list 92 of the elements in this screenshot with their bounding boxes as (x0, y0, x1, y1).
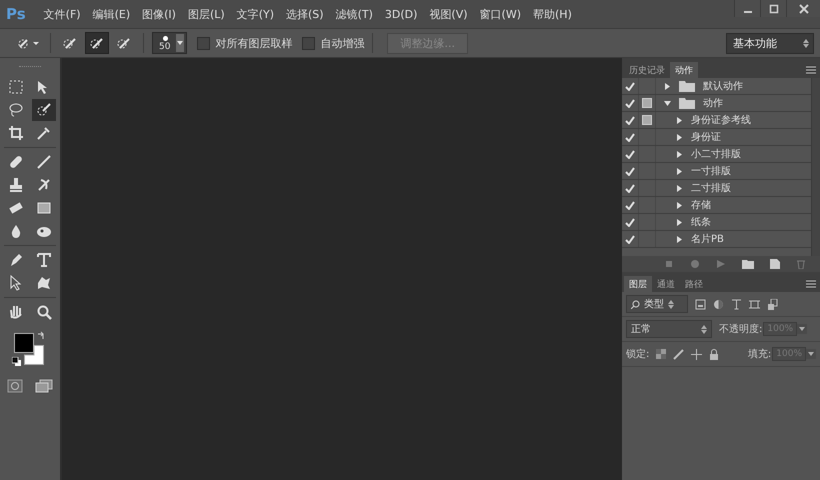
caret-icon[interactable] (808, 352, 814, 356)
panel-tab[interactable]: 路径 (680, 276, 708, 292)
quick-selection-icon (89, 36, 105, 50)
crop-icon (8, 125, 24, 141)
action-name[interactable]: 一寸排版 (691, 164, 731, 178)
checkbox[interactable]: 自动增强 (302, 36, 364, 50)
expanded-triangle-icon[interactable] (664, 100, 671, 106)
pointer-icon (8, 275, 24, 291)
menu-item[interactable]: 文件(F) (38, 6, 87, 22)
maximize-icon (768, 4, 778, 14)
panel-tab[interactable]: 历史记录 (624, 62, 670, 78)
fill-label: 填充: (748, 348, 772, 361)
action-name[interactable]: 小二寸排版 (691, 147, 741, 161)
quick-selection-tool[interactable] (32, 99, 56, 121)
quick-mask-icon[interactable] (7, 379, 23, 393)
foreground-color-swatch[interactable] (14, 333, 34, 353)
close-icon (798, 4, 808, 14)
up-down-arrows-icon (668, 300, 674, 308)
action-name[interactable]: 身份证 (691, 130, 721, 144)
move-icon[interactable] (691, 348, 702, 360)
app-logo: Ps (6, 5, 26, 23)
menu-item[interactable]: 滤镜(T) (330, 6, 379, 22)
hand-icon (8, 304, 24, 320)
lasso-icon (8, 102, 24, 118)
type-filter-icon[interactable] (731, 298, 742, 310)
collapsed-triangle-icon[interactable] (676, 116, 683, 124)
collapsed-triangle-icon[interactable] (676, 150, 683, 158)
up-down-arrows-icon (803, 38, 809, 48)
collapsed-triangle-icon[interactable] (676, 184, 683, 192)
caret-icon[interactable] (799, 327, 806, 331)
type-icon (36, 252, 52, 268)
marquee-icon (8, 79, 24, 95)
brush-size-picker[interactable]: 50 (152, 32, 188, 54)
workspace-dropdown[interactable]: 基本功能 (726, 32, 814, 54)
lock-label: 锁定: (626, 348, 650, 361)
default-colors-icon[interactable] (12, 357, 22, 367)
lock-icon[interactable] (709, 348, 720, 360)
minimize-icon (744, 10, 752, 12)
stamp-icon (8, 177, 24, 193)
background-color-swatch[interactable] (24, 345, 44, 365)
menu-item[interactable]: 窗口(W) (474, 6, 527, 22)
action-name[interactable]: 身份证参考线 (691, 113, 751, 127)
blend-mode-dropdown[interactable]: 正常 (626, 320, 712, 338)
action-name[interactable]: 存储 (691, 198, 711, 212)
panel-menu-icon[interactable] (806, 66, 816, 74)
checkbox[interactable]: 对所有图层取样 (197, 36, 292, 50)
menu-item[interactable]: 编辑(E) (86, 6, 136, 22)
panel-tab[interactable]: 图层 (624, 276, 652, 292)
action-name[interactable]: 名片PB (691, 232, 724, 246)
menu-item[interactable]: 3D(D) (378, 8, 424, 20)
collapsed-triangle-icon[interactable] (676, 218, 683, 226)
menu-item[interactable]: 帮助(H) (527, 6, 578, 22)
folder-icon (679, 97, 695, 109)
quick-selection-icon (36, 102, 52, 118)
selection-mode-button[interactable] (85, 32, 109, 54)
panel-menu-icon[interactable] (806, 280, 816, 288)
action-set-name[interactable]: 动作 (703, 96, 723, 110)
folder-icon[interactable] (742, 259, 754, 269)
action-name[interactable]: 二寸排版 (691, 181, 731, 195)
new-action-icon[interactable] (770, 259, 780, 269)
brush-icon (36, 154, 52, 170)
menu-item[interactable]: 图层(L) (182, 6, 231, 22)
collapsed-triangle-icon[interactable] (676, 168, 683, 174)
collapsed-triangle-icon[interactable] (676, 202, 683, 208)
quick-selection-icon (62, 36, 78, 50)
eyedropper-icon (36, 125, 52, 141)
collapsed-triangle-icon[interactable] (664, 82, 671, 90)
opacity-label: 不透明度: (719, 322, 762, 336)
menu-item[interactable]: 图像(I) (136, 6, 182, 22)
brush-icon[interactable] (673, 348, 684, 360)
quick-selection-icon (116, 36, 132, 50)
menu-item[interactable]: 文字(Y) (230, 6, 280, 22)
zoom-icon (36, 304, 52, 320)
caret-icon (177, 41, 184, 45)
scrollbar[interactable] (811, 78, 820, 256)
dialog-toggle[interactable] (639, 95, 656, 111)
collapsed-triangle-icon[interactable] (676, 134, 683, 140)
search-icon (631, 300, 640, 308)
screen-mode-icon[interactable] (35, 379, 53, 393)
collapsed-triangle-icon[interactable] (676, 236, 683, 242)
dialog-toggle[interactable] (639, 112, 656, 128)
folder-icon (679, 80, 695, 92)
menu-item[interactable]: 视图(V) (423, 6, 474, 22)
action-name[interactable]: 纸条 (691, 215, 711, 229)
pen-icon (8, 252, 24, 268)
panel-tab[interactable]: 通道 (652, 276, 680, 292)
action-set-name[interactable]: 默认动作 (703, 79, 743, 93)
menu-item[interactable]: 选择(S) (280, 6, 330, 22)
up-down-arrows-icon (701, 324, 707, 334)
swap-colors-icon[interactable] (36, 331, 46, 341)
panel-tab[interactable]: 动作 (670, 62, 698, 78)
layer-filter-dropdown[interactable]: 类型 (626, 295, 688, 313)
